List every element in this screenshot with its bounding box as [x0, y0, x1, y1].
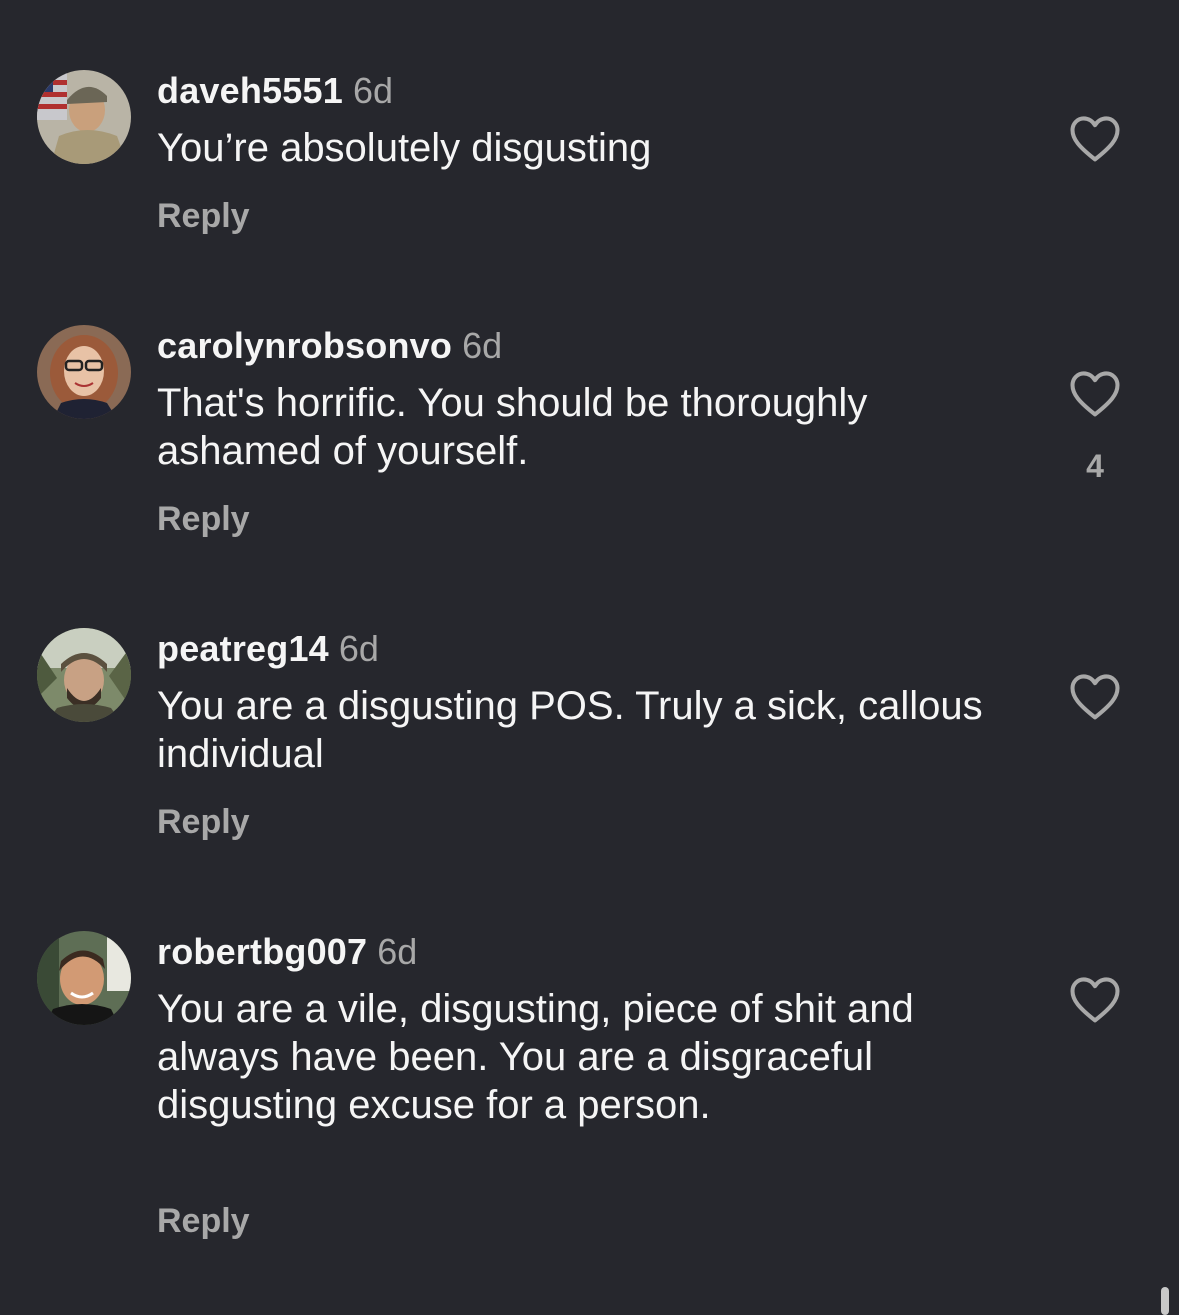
- reply-button[interactable]: Reply: [157, 197, 250, 236]
- comment-text: You’re absolutely disgusting: [157, 126, 652, 170]
- comment-text: You are a disgusting POS. Truly a sick, …: [157, 684, 983, 776]
- avatar[interactable]: [37, 628, 131, 722]
- username[interactable]: daveh5551: [157, 70, 343, 111]
- like-count: 4: [1086, 448, 1104, 484]
- username[interactable]: robertbg007: [157, 931, 367, 972]
- comment-text: That's horrific. You should be thoroughl…: [157, 381, 868, 473]
- username[interactable]: carolynrobsonvo: [157, 325, 452, 366]
- timestamp: 6d: [462, 325, 503, 366]
- like-button[interactable]: [1068, 113, 1122, 163]
- avatar[interactable]: [37, 325, 131, 419]
- like-button[interactable]: [1068, 671, 1122, 721]
- timestamp: 6d: [338, 628, 379, 669]
- like-button[interactable]: [1068, 368, 1122, 418]
- reply-button[interactable]: Reply: [157, 1202, 250, 1241]
- scrollbar[interactable]: [1161, 1287, 1169, 1315]
- timestamp: 6d: [352, 70, 393, 111]
- like-button[interactable]: [1068, 974, 1122, 1024]
- reply-button[interactable]: Reply: [157, 803, 250, 842]
- comment-text: You are a vile, disgusting, piece of shi…: [157, 987, 914, 1127]
- heart-outline-icon: [1070, 977, 1120, 1023]
- avatar[interactable]: [37, 70, 131, 164]
- avatar[interactable]: [37, 931, 131, 1025]
- username[interactable]: peatreg14: [157, 628, 329, 669]
- heart-outline-icon: [1070, 116, 1120, 162]
- timestamp: 6d: [377, 931, 418, 972]
- heart-outline-icon: [1070, 674, 1120, 720]
- reply-button[interactable]: Reply: [157, 500, 250, 539]
- heart-outline-icon: [1070, 371, 1120, 417]
